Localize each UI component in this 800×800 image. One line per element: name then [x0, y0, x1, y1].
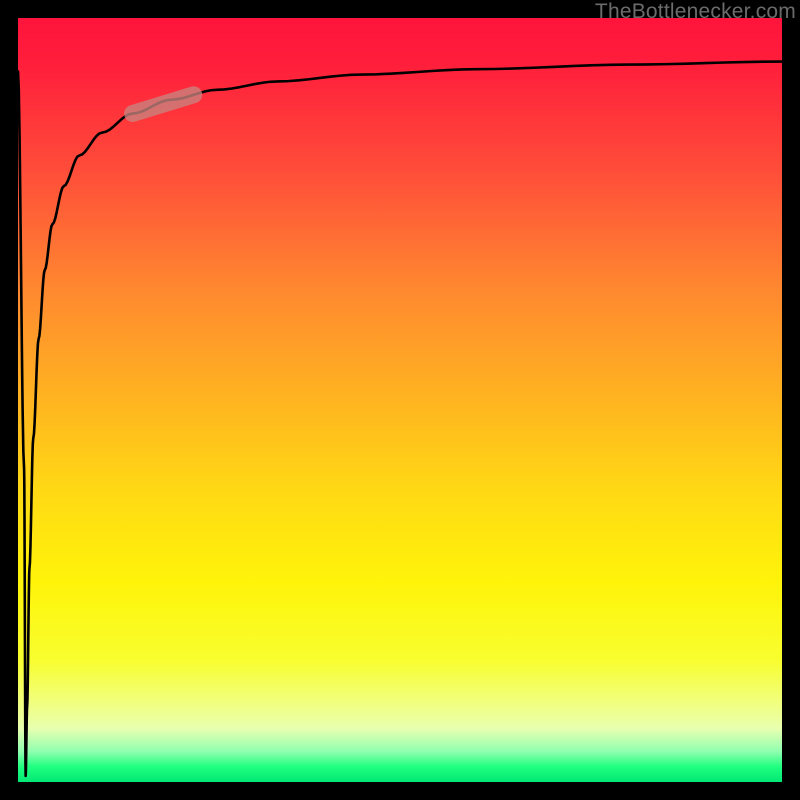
watermark-text: TheBottlenecker.com: [595, 0, 796, 24]
chart-frame: TheBottlenecker.com: [0, 0, 800, 800]
curve-marker: [133, 95, 194, 114]
plot-area: [18, 18, 782, 782]
curve-svg: [18, 18, 782, 782]
bottleneck-curve: [18, 62, 782, 776]
